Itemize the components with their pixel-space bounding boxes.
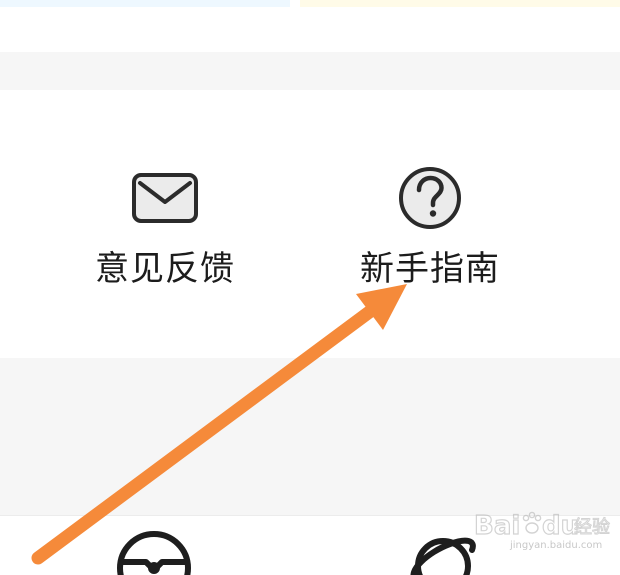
watermark-url: jingyan.baidu.com bbox=[510, 540, 603, 551]
app-page: 意见反馈 新手指南 Bai du 经验 jingyan.baidu.com bbox=[0, 0, 620, 575]
mail-icon-wrap bbox=[65, 164, 265, 232]
top-card-strip-right bbox=[300, 0, 620, 7]
top-card bbox=[0, 0, 620, 52]
question-icon-wrap bbox=[330, 164, 530, 232]
svg-text:经验: 经验 bbox=[574, 517, 610, 538]
baidu-paw-logo: Bai du 经验 bbox=[473, 510, 610, 541]
steering-wheel-icon[interactable] bbox=[116, 528, 192, 575]
question-circle-icon bbox=[399, 167, 461, 229]
planet-icon[interactable] bbox=[408, 528, 478, 575]
feedback-button[interactable]: 意见反馈 bbox=[65, 90, 265, 358]
top-card-strip-left bbox=[0, 0, 290, 7]
beginner-guide-button[interactable]: 新手指南 bbox=[330, 90, 530, 358]
feedback-label: 意见反馈 bbox=[95, 249, 235, 289]
section-divider bbox=[0, 52, 620, 90]
svg-text:Bai: Bai bbox=[474, 511, 520, 541]
mail-icon bbox=[132, 173, 198, 223]
section-divider-2 bbox=[0, 358, 620, 515]
beginner-guide-label: 新手指南 bbox=[360, 249, 500, 289]
baidu-jingyan-watermark: Bai du 经验 jingyan.baidu.com bbox=[472, 506, 612, 562]
tools-card: 意见反馈 新手指南 bbox=[0, 90, 620, 358]
